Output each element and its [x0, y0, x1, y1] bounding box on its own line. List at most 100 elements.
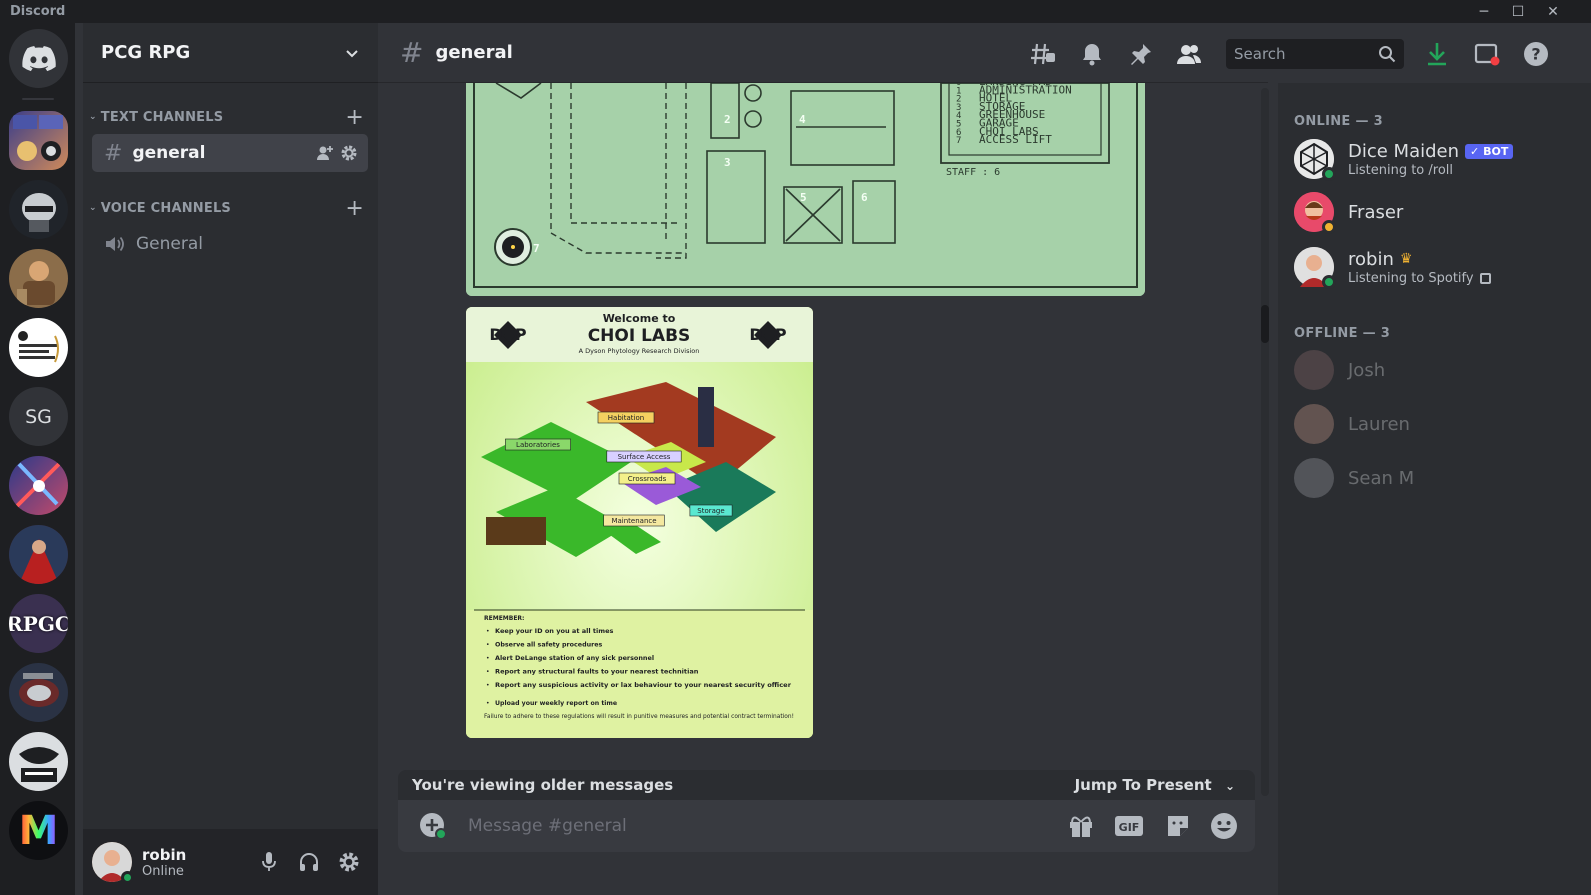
channel-name: General — [136, 234, 203, 254]
member-name: Lauren — [1348, 413, 1410, 435]
bullet-icon: • — [486, 669, 490, 676]
server-red-hero[interactable] — [9, 525, 68, 584]
poster-title: CHOI LABS — [588, 326, 691, 346]
gif-label: GIF — [1119, 821, 1140, 834]
maximize-button[interactable]: ☐ — [1501, 0, 1535, 23]
server-snarling-badger[interactable] — [9, 732, 68, 791]
discord-logo-icon — [21, 45, 56, 71]
chevron-down-icon: ⌄ — [1224, 779, 1235, 793]
gear-icon[interactable] — [340, 144, 358, 162]
status-online-icon — [1322, 167, 1336, 181]
microphone-icon[interactable] — [261, 851, 277, 873]
server-warrior[interactable] — [9, 249, 68, 308]
map-legend-line: ACCESS LIFT — [979, 133, 1052, 146]
pin-icon[interactable] — [1128, 41, 1154, 67]
member-activity: Listening to /roll — [1348, 162, 1453, 178]
map-room-number: 4 — [799, 113, 806, 126]
poster-area-label: Maintenance — [611, 517, 656, 525]
user-name: robin — [142, 845, 187, 864]
member-josh[interactable]: Josh — [1294, 346, 1564, 394]
hash-icon: # — [104, 140, 123, 166]
member-dice-maiden[interactable]: Dice Maiden ✓ BOT Listening to /roll — [1294, 135, 1564, 183]
channel-general[interactable]: # general — [92, 134, 368, 172]
poster-rule: Observe all safety procedures — [495, 642, 603, 649]
map-room-number: 7 — [533, 242, 540, 255]
member-list: ONLINE — 3 Dice Maiden ✓ BOT Listening to… — [1278, 83, 1591, 895]
server-list: SG RPGC M — [0, 23, 75, 895]
server-wpmc[interactable] — [9, 111, 68, 170]
jump-to-present-button[interactable]: Jump To Present ⌄ — [1075, 776, 1235, 794]
minimize-button[interactable]: ─ — [1467, 0, 1501, 23]
add-attachment-icon[interactable] — [418, 811, 448, 841]
gift-icon[interactable] — [1066, 811, 1096, 841]
message-input[interactable]: Message #general — [468, 816, 627, 836]
member-name: Sean M — [1348, 467, 1415, 489]
scrollbar-thumb[interactable] — [1261, 305, 1269, 343]
poster-area-label: Laboratories — [516, 441, 560, 449]
status-online-icon — [121, 871, 134, 884]
member-lauren[interactable]: Lauren — [1294, 400, 1564, 448]
bullet-icon: • — [486, 628, 490, 635]
create-channel-icon[interactable]: + — [345, 196, 364, 221]
server-m-rainbow[interactable]: M — [9, 801, 68, 860]
create-invite-icon[interactable] — [316, 144, 334, 162]
threads-icon[interactable] — [1030, 41, 1056, 67]
bullet-icon: • — [486, 682, 490, 689]
chevron-down-icon — [346, 49, 358, 57]
server-sg[interactable]: SG — [9, 387, 68, 446]
sticker-icon[interactable] — [1163, 811, 1193, 841]
headphones-icon[interactable] — [298, 851, 320, 873]
bell-icon[interactable] — [1079, 41, 1105, 67]
download-icon[interactable] — [1424, 41, 1450, 67]
member-name: Fraser — [1348, 201, 1404, 223]
map-room-number: 3 — [724, 156, 731, 169]
older-messages-notice: You're viewing older messages — [412, 776, 674, 794]
gif-icon[interactable]: GIF — [1114, 811, 1144, 841]
category-text-channels[interactable]: ⌄ TEXT CHANNELS + — [89, 105, 364, 130]
server-emblem[interactable] — [9, 663, 68, 722]
poster-rule: Keep your ID on you at all times — [495, 628, 614, 635]
category-label: VOICE CHANNELS — [100, 200, 231, 216]
member-name: robin — [1348, 248, 1394, 270]
server-rpgc-label: RPGC — [9, 611, 68, 636]
member-fraser[interactable]: Fraser — [1294, 188, 1564, 236]
status-online-icon — [1322, 275, 1336, 289]
message-composer[interactable]: Message #general GIF — [398, 800, 1255, 852]
search-input[interactable]: Search — [1226, 39, 1404, 69]
server-department-of-wargaming[interactable] — [9, 318, 68, 377]
avatar[interactable] — [92, 842, 134, 884]
category-label: TEXT CHANNELS — [100, 109, 224, 125]
create-channel-icon[interactable]: + — [345, 105, 364, 130]
map-image-attachment[interactable]: 2345670LANDING PAD1ADMINISTRATION2HOTEL3… — [466, 83, 1145, 296]
help-icon[interactable]: ? — [1523, 41, 1549, 67]
user-panel: robin Online — [83, 829, 378, 895]
server-lightsaber[interactable] — [9, 456, 68, 515]
chevron-down-icon: ⌄ — [89, 203, 97, 213]
server-rpgc[interactable]: RPGC — [9, 594, 68, 653]
scrollbar-track[interactable] — [1261, 88, 1269, 796]
inbox-icon[interactable] — [1474, 41, 1500, 67]
poster-remember: REMEMBER: — [484, 615, 524, 622]
poster-rule: Upload your weekly report on time — [495, 700, 617, 707]
guild-name: PCG RPG — [101, 42, 191, 63]
gear-icon[interactable] — [338, 851, 360, 873]
member-sean-m[interactable]: Sean M — [1294, 454, 1564, 502]
category-voice-channels[interactable]: ⌄ VOICE CHANNELS + — [89, 196, 364, 221]
avatar — [1294, 247, 1336, 289]
poster-image-attachment[interactable]: D◆P D◆P Welcome to CHOI LABS A Dyson Phy… — [466, 307, 813, 738]
avatar — [1294, 458, 1334, 498]
avatar — [1294, 192, 1336, 234]
server-helmet[interactable] — [9, 180, 68, 239]
member-name: Dice Maiden — [1348, 140, 1460, 162]
guild-header[interactable]: PCG RPG — [83, 23, 378, 83]
home-button[interactable] — [9, 29, 68, 88]
member-list-icon[interactable] — [1176, 41, 1202, 67]
poster-welcome: Welcome to — [603, 312, 676, 325]
emoji-icon[interactable] — [1209, 811, 1239, 841]
map-legend-number: 7 — [956, 136, 961, 146]
voice-channel-general[interactable]: General — [92, 225, 368, 263]
speaker-icon — [106, 236, 124, 252]
close-button[interactable]: ✕ — [1536, 0, 1570, 23]
poster-area-label: Surface Access — [618, 453, 671, 461]
member-robin[interactable]: robin ♛ Listening to Spotify — [1294, 243, 1564, 291]
